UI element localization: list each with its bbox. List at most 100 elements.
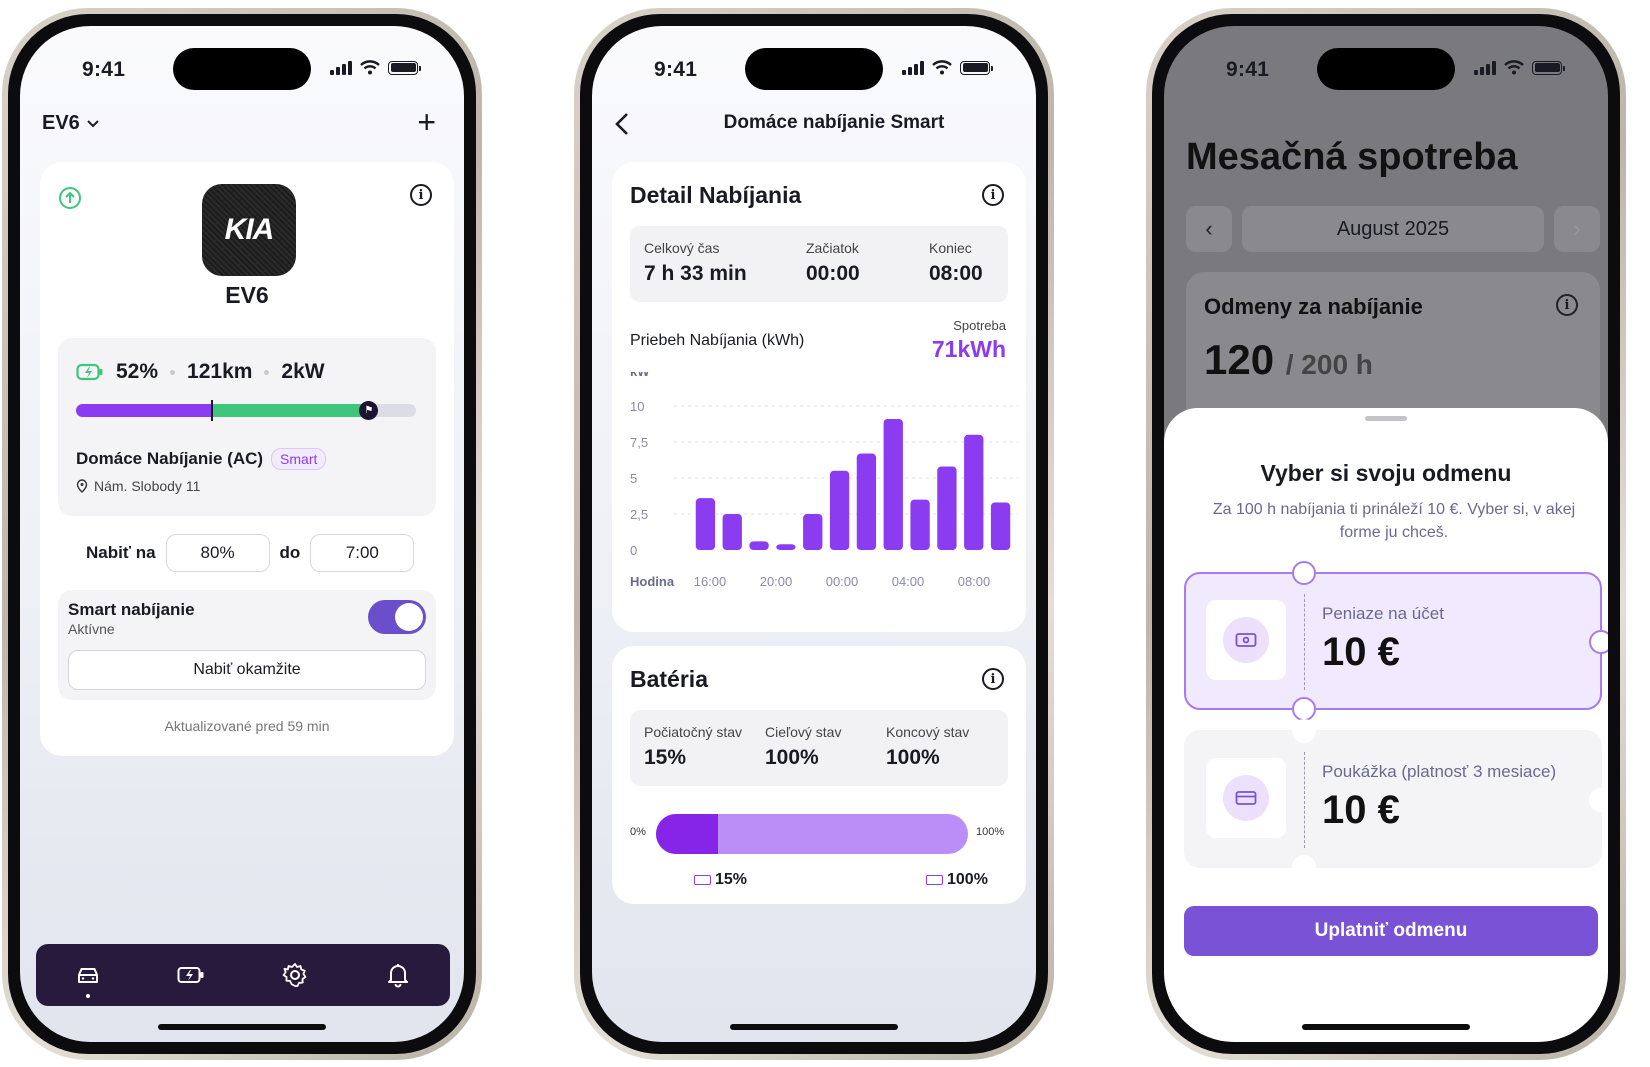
- rewards-progress: 120 / 200 h: [1204, 336, 1373, 384]
- battery-charge-icon: [177, 967, 204, 983]
- chart-bar: [937, 466, 957, 550]
- tab-charging[interactable]: [171, 955, 211, 995]
- end-marker-value: 100%: [947, 871, 988, 888]
- battery-title: Batéria: [630, 666, 708, 692]
- target-value: 100%: [765, 746, 819, 769]
- info-icon[interactable]: i: [982, 668, 1004, 690]
- status-time: 9:41: [654, 58, 698, 81]
- month-label: August 2025: [1242, 206, 1544, 252]
- total-time-label: Celkový čas: [644, 240, 720, 256]
- option-voucher-label: Poukážka (platnosť 3 mesiace): [1322, 762, 1557, 781]
- phone-rewards-screen: 9:41 Mesačná spotreba ‹ August 2025 › Od…: [1146, 8, 1626, 1060]
- chart-bar: [964, 434, 984, 550]
- next-month-button[interactable]: ›: [1554, 206, 1600, 252]
- charging-times-box: Celkový čas 7 h 33 min Začiatok 00:00 Ko…: [630, 226, 1008, 302]
- signal-icon: [1474, 60, 1496, 75]
- y-tick-label: 10: [630, 399, 644, 414]
- tab-car[interactable]: [68, 955, 108, 998]
- status-icons: [902, 60, 993, 75]
- x-tick-label: 16:00: [694, 574, 727, 589]
- initial-label: Počiatočný stav: [644, 724, 743, 740]
- ticket-notch: [1292, 855, 1316, 879]
- separator-dot: [264, 369, 270, 375]
- y-tick-label: 5: [630, 471, 637, 486]
- upload-arrow-icon[interactable]: [58, 186, 82, 210]
- x-axis-title: Hodina: [630, 574, 675, 589]
- battery-range-bar: [656, 814, 968, 854]
- status-time: 9:41: [1226, 58, 1270, 81]
- dynamic-island: [745, 48, 883, 90]
- bell-icon: [388, 964, 409, 988]
- chevron-down-icon: [87, 119, 99, 127]
- initial-state: Počiatočný stav 15%: [644, 724, 742, 770]
- vehicle-selector[interactable]: EV6: [42, 112, 100, 135]
- battery-status-icon: [1532, 60, 1565, 75]
- initial-value: 15%: [644, 746, 687, 769]
- month-navigation: ‹ August 2025 ›: [1186, 206, 1600, 252]
- charge-limit-field[interactable]: 80%: [165, 534, 270, 572]
- location-pin-icon: [76, 479, 88, 493]
- charging-status-box: 52% 121km 2kW ⚑ Domáce Nabíjanie (AC) Sm…: [58, 338, 436, 516]
- charge-now-button[interactable]: Nabiť okamžite: [68, 650, 426, 690]
- end-label: Koniec: [929, 240, 972, 256]
- chart-bar: [829, 470, 850, 550]
- range-value: 121km: [187, 360, 253, 383]
- until-label: do: [279, 543, 301, 562]
- charge-to-label: Nabiť na: [86, 543, 156, 562]
- info-icon[interactable]: i: [982, 184, 1004, 206]
- add-vehicle-button[interactable]: +: [417, 106, 436, 138]
- smart-charging-box: Smart nabíjanie Aktívne Nabiť okamžite: [58, 590, 436, 700]
- info-icon[interactable]: i: [410, 184, 432, 206]
- vehicle-selector-label: EV6: [42, 112, 80, 134]
- charge-progress-bar: ⚑: [76, 400, 416, 421]
- page-title: Domáce nabíjanie Smart: [723, 112, 945, 133]
- charging-detail-card: Detail Nabíjania i Celkový čas 7 h 33 mi…: [612, 162, 1026, 632]
- ticket-separator: [1304, 594, 1305, 690]
- y-tick-label: 2,5: [630, 507, 648, 522]
- ticket-notch: [1292, 561, 1316, 585]
- chart-bar: [695, 498, 716, 550]
- home-indicator: [1302, 1024, 1470, 1030]
- charge-limit-row: Nabiť na 80% do 7:00: [86, 534, 415, 572]
- y-tick-label: 7,5: [630, 435, 648, 450]
- separator-dot: [170, 369, 176, 375]
- wifi-icon: [360, 60, 380, 75]
- home-indicator: [730, 1024, 898, 1030]
- tab-bar: [36, 944, 450, 1006]
- chart-bar: [883, 418, 903, 550]
- ticket-notch: [1589, 630, 1608, 654]
- vehicle-card: KIA i EV6 52% 121km 2kW ⚑ Domáce Nabíjan…: [40, 162, 454, 756]
- redeem-reward-button[interactable]: Uplatniť odmenu: [1184, 906, 1598, 956]
- detail-title: Detail Nabíjania: [630, 182, 802, 208]
- sheet-handle[interactable]: [1365, 416, 1407, 421]
- location-title: Domáce Nabíjanie (AC) Smart: [76, 448, 327, 470]
- rewards-title: Odmeny za nabíjanie: [1204, 294, 1423, 319]
- status-icons: [330, 60, 421, 75]
- battery-percent: 52%: [116, 360, 159, 383]
- stats-row: 52% 121km 2kW: [76, 360, 325, 384]
- info-icon[interactable]: i: [1556, 294, 1578, 316]
- money-icon: [1223, 617, 1269, 663]
- signal-icon: [330, 60, 352, 75]
- chart-bar: [776, 544, 796, 550]
- location-address: Nám. Slobody 11: [76, 478, 200, 494]
- smart-charging-toggle[interactable]: [368, 600, 426, 634]
- start-label: Začiatok: [806, 240, 859, 256]
- y-tick-label: 0: [630, 543, 637, 558]
- consumption-label: Spotreba: [953, 318, 1006, 333]
- chart-bar: [990, 502, 1011, 550]
- screen: 9:41 Domáce nabíjanie Smart Detail Nabíj…: [592, 26, 1036, 1042]
- ticket-notch: [1292, 719, 1316, 743]
- home-indicator: [158, 1024, 326, 1030]
- reward-option-money[interactable]: Peniaze na účet 10 €: [1184, 561, 1608, 721]
- tab-settings[interactable]: [275, 955, 315, 995]
- smart-charging-title: Smart nabíjanie: [68, 600, 195, 619]
- tab-notifications[interactable]: [378, 955, 418, 995]
- charge-until-field[interactable]: 7:00: [310, 534, 415, 572]
- reward-option-voucher[interactable]: Poukážka (platnosť 3 mesiace) 10 €: [1184, 719, 1608, 879]
- end-value: 08:00: [929, 262, 983, 285]
- card-icon: [1223, 775, 1269, 821]
- progress-planned: [212, 404, 369, 417]
- prev-month-button[interactable]: ‹: [1186, 206, 1232, 252]
- rewards-total: / 200 h: [1285, 349, 1373, 380]
